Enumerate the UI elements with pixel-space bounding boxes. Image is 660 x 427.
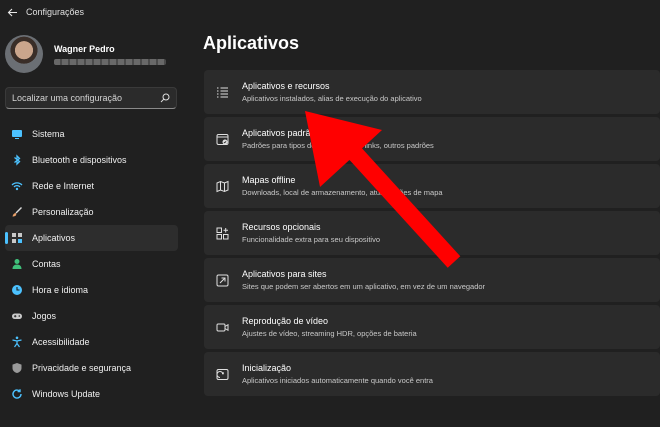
globe-clock-icon [11,284,23,296]
sidebar-item-label: Sistema [32,129,65,139]
video-icon [215,320,229,334]
search-input[interactable]: Localizar uma configuração [5,87,177,109]
wifi-icon [11,180,23,192]
sidebar-item-label: Contas [32,259,61,269]
card-description: Padrões para tipos de arquivos e de link… [242,141,434,150]
card-description: Funcionalidade extra para seu dispositiv… [242,235,380,244]
sidebar-item-label: Rede e Internet [32,181,95,191]
card-description: Downloads, local de armazenamento, atual… [242,188,443,197]
shield-icon [11,362,23,374]
card-description: Sites que podem ser abertos em um aplica… [242,282,486,291]
sidebar-item-label: Aplicativos [32,233,76,243]
card-inicializacao[interactable]: Inicialização Aplicativos iniciados auto… [204,352,660,396]
monitor-icon [11,128,23,140]
card-title: Reprodução de vídeo [242,316,329,326]
user-name: Wagner Pedro [54,43,115,54]
user-profile[interactable]: Wagner Pedro [5,34,185,74]
open-link-icon [215,273,229,287]
list-icon [215,85,229,99]
startup-icon [215,367,229,381]
map-icon [215,179,229,193]
card-description: Aplicativos iniciados automaticamente qu… [242,376,433,385]
sidebar-item-label: Privacidade e segurança [32,363,132,373]
user-email-redacted [54,58,166,65]
sidebar-item-label: Bluetooth e dispositivos [32,155,127,165]
sidebar: Wagner Pedro Localizar uma configuração … [0,24,190,427]
sidebar-item-contas[interactable]: Contas [5,251,178,277]
card-title: Aplicativos para sites [242,269,327,279]
nav-list: Sistema Bluetooth e dispositivos Rede e … [5,121,178,407]
person-icon [11,258,23,270]
gamepad-icon [11,310,23,322]
sidebar-item-privacidade[interactable]: Privacidade e segurança [5,355,178,381]
sidebar-item-jogos[interactable]: Jogos [5,303,178,329]
avatar[interactable] [5,35,43,73]
add-grid-icon [215,226,229,240]
sidebar-item-label: Jogos [32,311,57,321]
sidebar-item-hora-idioma[interactable]: Hora e idioma [5,277,178,303]
sidebar-item-acessibilidade[interactable]: Acessibilidade [5,329,178,355]
sidebar-item-rede[interactable]: Rede e Internet [5,173,178,199]
sidebar-item-bluetooth[interactable]: Bluetooth e dispositivos [5,147,178,173]
card-title: Aplicativos padrão [242,128,316,138]
sidebar-item-windows-update[interactable]: Windows Update [5,381,178,407]
card-description: Ajustes de vídeo, streaming HDR, opções … [242,329,417,338]
card-title: Inicialização [242,363,292,373]
brush-icon [11,206,23,218]
card-description: Aplicativos instalados, alias de execuçã… [242,94,422,103]
update-icon [11,388,23,400]
sidebar-item-label: Acessibilidade [32,337,90,347]
default-apps-icon [215,132,229,146]
card-recursos-opcionais[interactable]: Recursos opcionais Funcionalidade extra … [204,211,660,255]
search-placeholder: Localizar uma configuração [12,93,123,103]
sidebar-item-label: Windows Update [32,389,101,399]
page-title: Aplicativos [203,33,300,53]
sidebar-item-sistema[interactable]: Sistema [5,121,178,147]
card-aplicativos-padrao[interactable]: Aplicativos padrão Padrões para tipos de… [204,117,660,161]
back-arrow-icon [7,8,17,16]
accessibility-icon [11,336,23,348]
settings-list: Aplicativos e recursos Aplicativos insta… [204,70,660,399]
sidebar-item-aplicativos[interactable]: Aplicativos [5,225,178,251]
card-title: Aplicativos e recursos [242,81,330,91]
bluetooth-icon [11,154,23,166]
search-icon[interactable] [160,93,170,103]
apps-icon [11,232,23,244]
card-reproducao-video[interactable]: Reprodução de vídeo Ajustes de vídeo, st… [204,305,660,349]
card-title: Mapas offline [242,175,296,185]
card-aplicativos-recursos[interactable]: Aplicativos e recursos Aplicativos insta… [204,70,660,114]
card-title: Recursos opcionais [242,222,321,232]
sidebar-item-label: Hora e idioma [32,285,89,295]
card-mapas-offline[interactable]: Mapas offline Downloads, local de armaze… [204,164,660,208]
title-bar: Configurações [0,0,660,24]
back-button[interactable] [2,2,22,22]
card-aplicativos-sites[interactable]: Aplicativos para sites Sites que podem s… [204,258,660,302]
app-title: Configurações [26,7,85,17]
sidebar-item-label: Personalização [32,207,94,217]
sidebar-item-personalizacao[interactable]: Personalização [5,199,178,225]
